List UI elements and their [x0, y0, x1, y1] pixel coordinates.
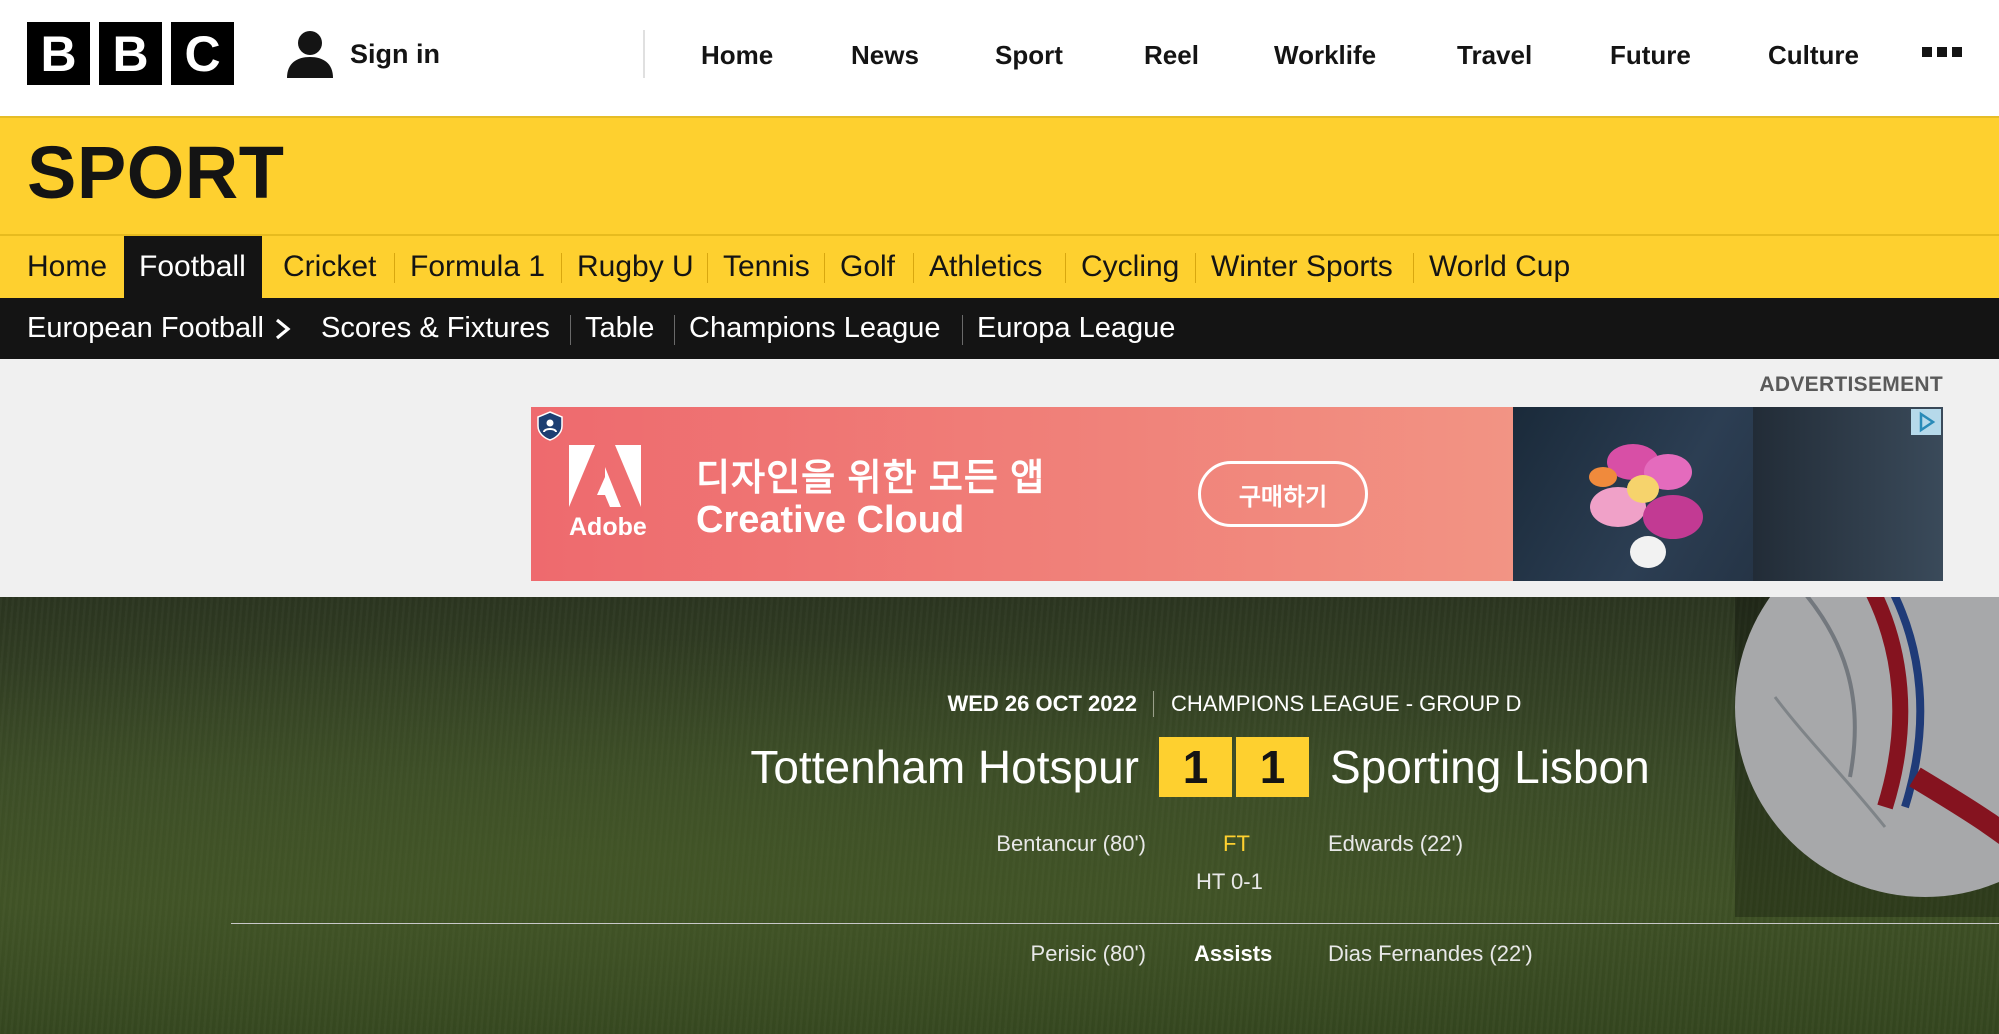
- advertisement-label: ADVERTISEMENT: [1759, 373, 1943, 396]
- nav-sport[interactable]: Sport: [995, 40, 1063, 71]
- ad-brand: Adobe: [569, 513, 647, 541]
- sport-nav-athletics[interactable]: Athletics: [929, 236, 1042, 298]
- bbc-logo[interactable]: B B C: [27, 22, 234, 85]
- ad-image: [1513, 407, 1943, 581]
- logo-letter: B: [99, 22, 162, 85]
- half-time-score: HT 0-1: [1196, 869, 1263, 894]
- sport-nav-rugby-u[interactable]: Rugby U: [577, 236, 694, 298]
- sport-header: SPORT: [0, 116, 1999, 236]
- sub-nav-label: European Football: [27, 312, 264, 344]
- sport-nav-golf[interactable]: Golf: [840, 236, 895, 298]
- home-assists: Perisic (80'): [1030, 941, 1146, 966]
- ad-headline-korean: 디자인을 위한 모든 앱: [696, 457, 1046, 498]
- sign-in-link[interactable]: Sign in: [284, 28, 440, 80]
- home-scorers: Bentancur (80'): [996, 831, 1146, 856]
- sport-nav-cricket[interactable]: Cricket: [283, 236, 376, 298]
- meta-separator: [1153, 691, 1154, 717]
- away-assists: Dias Fernandes (22'): [1328, 941, 1533, 966]
- ad-choices-icon[interactable]: [1911, 409, 1941, 435]
- nav-separator: [824, 253, 825, 283]
- home-score: 1: [1159, 737, 1232, 797]
- sub-nav-european-football[interactable]: European Football: [27, 298, 292, 359]
- away-score: 1: [1236, 737, 1309, 797]
- nav-separator: [674, 315, 675, 345]
- nav-separator: [394, 253, 395, 283]
- global-header: B B C Sign in Home News Sport Reel Workl…: [0, 0, 1999, 116]
- sub-nav-table[interactable]: Table: [585, 298, 654, 359]
- sport-nav-world-cup[interactable]: World Cup: [1429, 236, 1570, 298]
- sport-nav-football[interactable]: Football: [124, 236, 262, 298]
- match-date: WED 26 OCT 2022: [947, 691, 1137, 716]
- ad-buy-button[interactable]: 구매하기: [1198, 461, 1368, 527]
- logo-letter: C: [171, 22, 234, 85]
- nav-travel[interactable]: Travel: [1457, 40, 1532, 71]
- football-image: [1735, 597, 1999, 917]
- sport-nav-cycling[interactable]: Cycling: [1081, 236, 1179, 298]
- user-icon: [287, 31, 333, 78]
- nav-culture[interactable]: Culture: [1768, 40, 1859, 71]
- nav-separator: [707, 253, 708, 283]
- header-divider: [643, 30, 645, 78]
- chevron-right-icon: [275, 318, 291, 339]
- away-team-name[interactable]: Sporting Lisbon: [1330, 740, 1650, 794]
- sport-title[interactable]: SPORT: [27, 136, 284, 210]
- shield-icon: [537, 411, 563, 441]
- nav-separator: [1195, 253, 1196, 283]
- match-meta: WED 26 OCT 2022 CHAMPIONS LEAGUE - GROUP…: [0, 691, 1999, 721]
- ad-headline: Creative Cloud: [696, 499, 965, 541]
- nav-worklife[interactable]: Worklife: [1274, 40, 1376, 71]
- nav-home[interactable]: Home: [701, 40, 773, 71]
- match-status: FT: [1223, 831, 1250, 856]
- more-dots-icon[interactable]: [1922, 47, 1966, 61]
- nav-future[interactable]: Future: [1610, 40, 1691, 71]
- assists-label: Assists: [1194, 941, 1273, 966]
- sport-nav-home[interactable]: Home: [27, 236, 107, 298]
- match-header: WED 26 OCT 2022 CHAMPIONS LEAGUE - GROUP…: [0, 597, 1999, 1034]
- sport-nav: Home Football Cricket Formula 1 Rugby U …: [0, 236, 1999, 298]
- sport-nav-tennis[interactable]: Tennis: [723, 236, 810, 298]
- adobe-logo-icon: [569, 445, 641, 507]
- match-competition[interactable]: CHAMPIONS LEAGUE - GROUP D: [1171, 691, 1521, 717]
- divider: [231, 923, 1999, 924]
- sub-nav-champions-league[interactable]: Champions League: [689, 298, 941, 359]
- advertisement-area: ADVERTISEMENT Adobe 디자인을 위한 모든 앱 Creativ…: [0, 359, 1999, 597]
- sign-in-label: Sign in: [350, 38, 440, 69]
- nav-separator: [570, 315, 571, 345]
- nav-separator: [1065, 253, 1066, 283]
- nav-separator: [1413, 253, 1414, 283]
- sub-nav-europa-league[interactable]: Europa League: [977, 298, 1175, 359]
- logo-letter: B: [27, 22, 90, 85]
- home-team-name[interactable]: Tottenham Hotspur: [750, 740, 1139, 794]
- nav-separator: [962, 315, 963, 345]
- sport-nav-winter-sports[interactable]: Winter Sports: [1211, 236, 1393, 298]
- nav-news[interactable]: News: [851, 40, 919, 71]
- flower-image: [1589, 444, 1703, 568]
- sub-nav-scores-fixtures[interactable]: Scores & Fixtures: [321, 298, 550, 359]
- nav-separator: [913, 253, 914, 283]
- away-scorers: Edwards (22'): [1328, 831, 1464, 856]
- ad-banner[interactable]: Adobe 디자인을 위한 모든 앱 Creative Cloud 구매하기: [531, 407, 1943, 581]
- sport-nav-formula-1[interactable]: Formula 1: [410, 236, 545, 298]
- nav-reel[interactable]: Reel: [1144, 40, 1199, 71]
- nav-separator: [561, 253, 562, 283]
- football-sub-nav: European Football Scores & Fixtures Tabl…: [0, 298, 1999, 359]
